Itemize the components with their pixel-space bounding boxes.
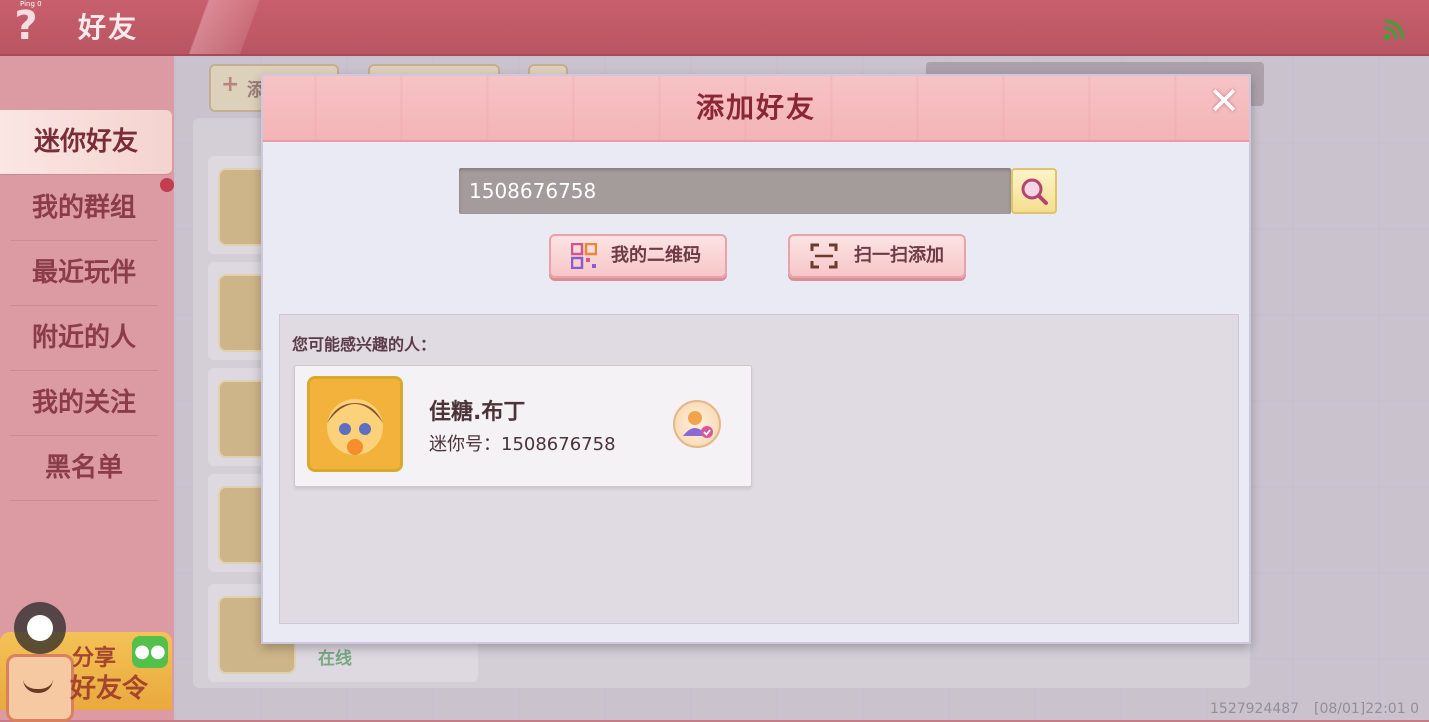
add-friend-button[interactable] (673, 400, 721, 448)
sidebar-item-nearby[interactable]: 附近的人 (10, 306, 158, 371)
scan-to-add-label: 扫一扫添加 (854, 245, 944, 266)
signal-icon (1384, 19, 1405, 40)
search-icon (1021, 178, 1048, 205)
wechat-icon: ●● (132, 636, 168, 668)
top-bar: Ping 0 ? 好友 (0, 0, 1429, 56)
add-user-icon (683, 411, 713, 438)
notification-dot (160, 178, 174, 192)
title-decoration (140, 0, 290, 54)
avatar (307, 376, 403, 472)
suggested-user-card[interactable]: 佳糖.布丁 迷你号：1508676758 (294, 365, 752, 487)
scan-icon (810, 243, 838, 269)
friend-code-label: 好友令 (70, 674, 149, 704)
close-icon[interactable]: ✕ (1207, 82, 1241, 120)
dialog-title: 添加好友 (695, 91, 816, 124)
sidebar-item-mini-friends[interactable]: 迷你好友 (0, 110, 172, 175)
sidebar-item-blacklist[interactable]: 黑名单 (10, 436, 158, 501)
suggested-user-name: 佳糖.布丁 (429, 400, 526, 425)
touch-indicator (14, 602, 66, 654)
dialog-header: 添加好友 ✕ (263, 76, 1249, 142)
page-title: 好友 (78, 11, 139, 44)
mascot-icon (6, 654, 74, 722)
scan-to-add-button[interactable]: 扫一扫添加 (788, 234, 966, 278)
suggestions-panel: 您可能感兴趣的人： 佳糖.布丁 迷你号：1508676758 (279, 314, 1239, 624)
avatar-image (310, 379, 400, 469)
qr-code-icon (571, 243, 597, 269)
sidebar-item-recent-players[interactable]: 最近玩伴 (10, 241, 158, 306)
sidebar-item-following[interactable]: 我的关注 (10, 371, 158, 436)
my-qr-code-button[interactable]: 我的二维码 (549, 234, 727, 278)
suggestions-title: 您可能感兴趣的人： (292, 335, 437, 354)
suggested-user-id: 迷你号：1508676758 (429, 434, 616, 455)
sidebar-item-my-groups[interactable]: 我的群组 (10, 176, 158, 241)
my-qr-code-label: 我的二维码 (611, 245, 701, 266)
search-button[interactable] (1011, 168, 1057, 214)
help-icon[interactable]: ? (6, 4, 46, 48)
add-friend-dialog: 添加好友 ✕ 我的二维码 扫一扫添加 您可能感兴趣的人： (261, 74, 1251, 644)
search-input[interactable] (459, 168, 1011, 214)
